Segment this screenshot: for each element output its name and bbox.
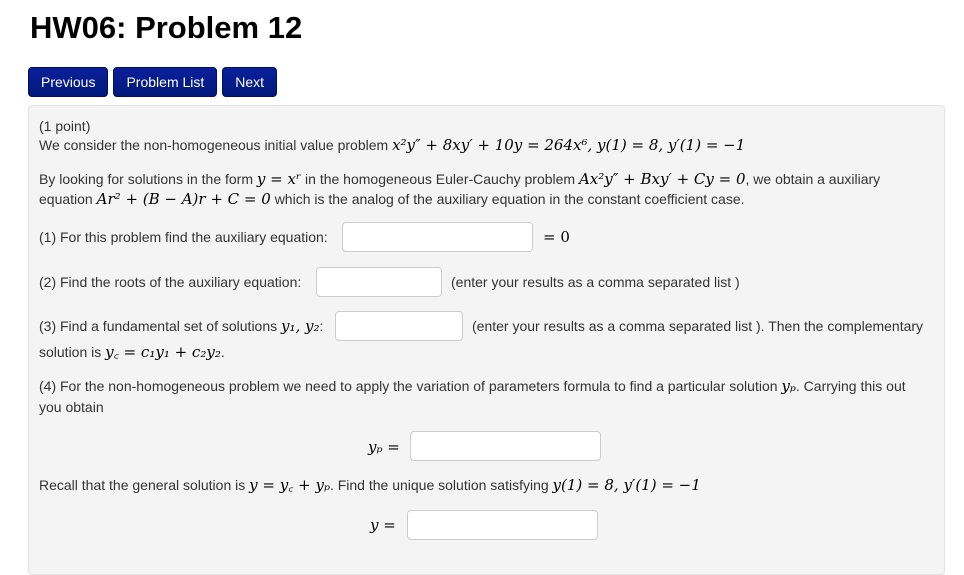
euler-cauchy-equation: Ax²y″ + Bxy′ + Cy = 0: [578, 170, 746, 188]
particular-solution-math: yₚ: [781, 377, 796, 395]
euler-text: By looking for solutions in the form: [39, 171, 253, 187]
previous-button[interactable]: Previous: [28, 67, 109, 97]
initial-conditions-math: y(1) = 8, y′(1) = −1: [552, 476, 701, 494]
yp-label: yₚ =: [368, 438, 400, 456]
question-4-line-2: you obtain: [39, 399, 104, 415]
euler-text: , we obtain a auxiliary: [745, 171, 881, 187]
question-4-line-1: (4) For the non-homogeneous problem we n…: [39, 376, 906, 396]
points-label: (1 point): [39, 118, 91, 134]
page-title: HW06: Problem 12: [30, 10, 303, 45]
complementary-text: solution is: [39, 344, 102, 360]
problem-panel: (1 point) We consider the non-homogeneou…: [28, 105, 945, 575]
unique-solution-input[interactable]: [407, 510, 598, 540]
statement-text: We consider the non-homogeneous initial …: [39, 137, 389, 153]
roots-input[interactable]: [316, 267, 442, 297]
euler-text: which is the analog of the auxiliary equ…: [274, 191, 745, 207]
auxiliary-equation-input[interactable]: [342, 222, 533, 252]
euler-text: in the homogeneous Euler-Cauchy problem: [305, 171, 576, 187]
fundamental-set-math: y₁, y₂: [281, 317, 320, 335]
euler-paragraph-line-2: equation Ar² + (B − A)r + C = 0 which is…: [39, 189, 745, 209]
complementary-solution-line: solution is y꜀ = c₁y₁ + c₂y₂.: [39, 342, 225, 362]
y-label: y =: [370, 516, 396, 534]
question-2-label: (2) Find the roots of the auxiliary equa…: [39, 274, 302, 290]
question-3-text: (3) Find a fundamental set of solutions: [39, 318, 278, 334]
particular-solution-input[interactable]: [410, 431, 601, 461]
question-1-label: (1) For this problem find the auxiliary …: [39, 229, 328, 245]
problem-statement: We consider the non-homogeneous initial …: [39, 135, 745, 155]
recall-text: . Find the unique solution satisfying: [329, 477, 549, 493]
recall-text: Recall that the general solution is: [39, 477, 246, 493]
problem-list-button[interactable]: Problem List: [113, 67, 218, 97]
auxiliary-equation-general: Ar² + (B − A)r + C = 0: [96, 190, 271, 208]
euler-paragraph-line-1: By looking for solutions in the form y =…: [39, 169, 880, 189]
question-3-label: (3) Find a fundamental set of solutions …: [39, 316, 323, 336]
equals-zero-label: = 0: [543, 228, 570, 246]
complementary-solution-math: y꜀ = c₁y₁ + c₂y₂: [105, 343, 221, 361]
next-button[interactable]: Next: [222, 67, 278, 97]
problem-navigation: Previous Problem List Next: [28, 67, 278, 97]
question-2-hint: (enter your results as a comma separated…: [451, 274, 740, 290]
fundamental-set-input[interactable]: [335, 311, 463, 341]
euler-text: equation: [39, 191, 93, 207]
recall-line: Recall that the general solution is y = …: [39, 475, 701, 495]
period: .: [220, 344, 225, 360]
question-3-hint: (enter your results as a comma separated…: [472, 318, 924, 334]
general-solution-math: y = y꜀ + yₚ: [249, 476, 330, 494]
colon: :: [319, 318, 324, 334]
statement-equation: x²y″ + 8xy′ + 10y = 264x⁶, y(1) = 8, y′(…: [392, 136, 746, 154]
question-4-text: . Carrying this out: [795, 378, 906, 394]
question-4-text: (4) For the non-homogeneous problem we n…: [39, 378, 778, 394]
trial-solution-math: y = xʳ: [256, 170, 302, 188]
